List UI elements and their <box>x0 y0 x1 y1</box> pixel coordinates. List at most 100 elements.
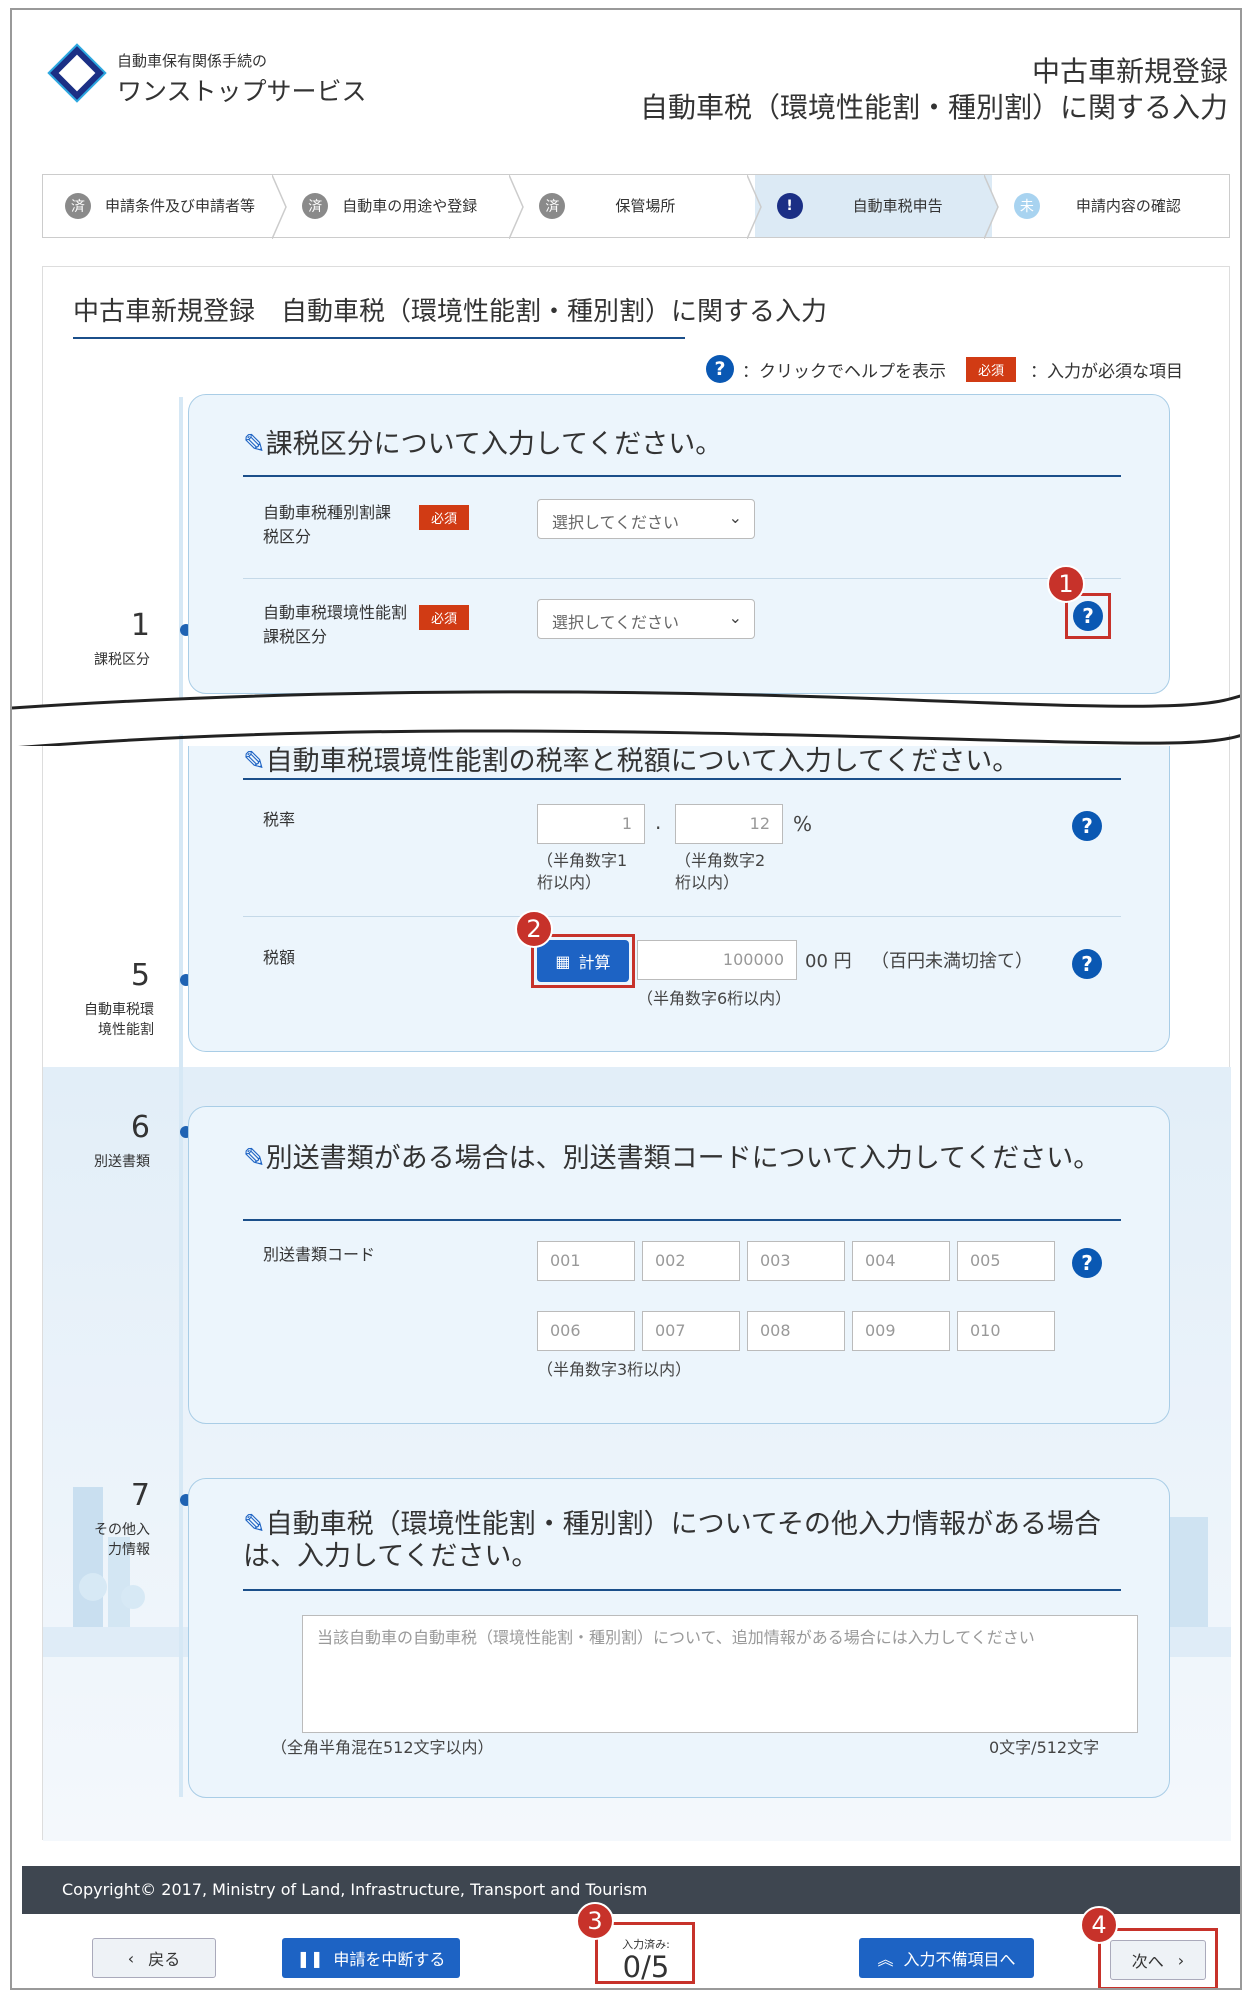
double-chevron-up-icon: ︽ <box>877 1950 894 1969</box>
section-rule <box>243 1219 1121 1221</box>
logo-title: ワンストップサービス <box>117 77 367 106</box>
required-badge: 必須 <box>965 356 1016 382</box>
page-title: 中古車新規登録 自動車税（環境性能割・種別割）に関する入力 <box>73 297 828 327</box>
logo-subtitle: 自動車保有関係手続の <box>117 52 268 70</box>
done-icon: 済 <box>65 193 91 219</box>
code-input-10[interactable]: 010 <box>957 1311 1055 1351</box>
section-rule <box>243 475 1121 477</box>
section-separate-docs: ✎別送書類がある場合は、別送書類コードについて入力してください。 別送書類コード… <box>188 1106 1170 1424</box>
help-icon[interactable]: ? <box>1071 948 1103 980</box>
pending-icon: 未 <box>1013 193 1040 219</box>
rate-decimal-input[interactable]: 12 <box>675 804 783 844</box>
counter-value: 0/5 <box>622 1950 670 1984</box>
edit-icon: ✎ <box>243 429 266 460</box>
step-parking[interactable]: 済 保管場所 <box>517 175 762 239</box>
step-usage[interactable]: 済 自動車の用途や登録 <box>280 175 525 239</box>
code-input-4[interactable]: 004 <box>852 1241 950 1281</box>
calculate-button[interactable]: ▦ 計算 <box>537 940 629 982</box>
svg-text:?: ? <box>1081 952 1093 976</box>
step-label: 申請内容の確認 <box>1075 196 1181 215</box>
chevron-down-icon: ⌄ <box>728 508 742 527</box>
other-info-textarea[interactable]: 当該自動車の自動車税（環境性能割・種別割）について、追加情報がある場合には入力し… <box>302 1615 1138 1733</box>
percent-sign: % <box>793 812 813 836</box>
tax-type-select[interactable]: 選択してください ⌄ <box>537 499 755 539</box>
chevron-left-icon: ‹ <box>127 1948 135 1968</box>
step-confirm[interactable]: 未 申請内容の確認 <box>992 175 1229 237</box>
section-title: ✎自動車税（環境性能割・種別割）についてその他入力情報がある場合は、入力してくだ… <box>243 1509 1102 1573</box>
callout-badge: 4 <box>1080 1906 1118 1944</box>
code-label: 別送書類コード <box>263 1245 376 1264</box>
env-tax-select[interactable]: 選択してください ⌄ <box>537 599 755 639</box>
section-rule <box>243 1589 1121 1591</box>
step-label: 保管場所 <box>615 196 676 215</box>
calculator-icon: ▦ <box>555 951 571 971</box>
code-input-8[interactable]: 008 <box>747 1311 845 1351</box>
code-input-3[interactable]: 003 <box>747 1241 845 1281</box>
suspend-button[interactable]: ❚❚ 申請を中断する <box>282 1938 460 1978</box>
char-count: 0文字/512文字 <box>989 1738 1100 1757</box>
header-title-line2: 自動車税（環境性能割・種別割）に関する入力 <box>639 91 1228 124</box>
svg-text:?: ? <box>1081 814 1093 838</box>
help-icon[interactable]: ? <box>1071 810 1103 842</box>
next-button[interactable]: 次へ › <box>1110 1940 1206 1980</box>
code-input-2[interactable]: 002 <box>642 1241 740 1281</box>
code-input-1[interactable]: 001 <box>537 1241 635 1281</box>
legend-required-text: ：入力が必須な項目 <box>1030 361 1183 382</box>
section-env-tax: ✎自動車税環境性能割の税率と税額について入力してください。 税率 1 . 12 … <box>188 746 1170 1052</box>
tax-amount-input[interactable]: 100000 <box>637 940 797 980</box>
callout-badge: 2 <box>515 910 553 948</box>
step-applicant[interactable]: 済 申請条件及び申請者等 <box>43 175 288 239</box>
code-hint: （半角数字3桁以内） <box>537 1360 692 1379</box>
rate-integer-hint: （半角数字1桁以内） <box>537 851 628 893</box>
step-car-tax[interactable]: ! 自動車税申告 <box>754 175 999 239</box>
amount-suffix: 00 円 <box>805 951 852 972</box>
chevron-separator-icon <box>983 175 999 239</box>
chevron-right-icon: › <box>1177 1950 1185 1970</box>
logo-icon <box>47 43 107 103</box>
code-input-6[interactable]: 006 <box>537 1311 635 1351</box>
field-label: 自動車税種別割課税区分 <box>263 503 392 546</box>
row-divider <box>243 578 1121 579</box>
svg-text:?: ? <box>1081 1251 1093 1275</box>
timeline-number: 5 <box>130 958 150 993</box>
callout-badge: 1 <box>1047 565 1085 603</box>
progress-counter: 入力済み: 0/5 <box>605 1932 687 1988</box>
section-rule <box>243 778 1121 780</box>
rate-label: 税率 <box>263 810 296 829</box>
done-icon: 済 <box>302 193 329 219</box>
help-icon[interactable]: ? <box>1071 1247 1103 1279</box>
timeline-label: 課税区分 <box>94 652 150 668</box>
timeline-number: 6 <box>130 1110 150 1145</box>
timeline-label: 別送書類 <box>94 1154 150 1170</box>
chevron-separator-icon <box>509 175 525 239</box>
code-input-7[interactable]: 007 <box>642 1311 740 1351</box>
step-label: 自動車税申告 <box>852 196 943 215</box>
chevron-down-icon: ⌄ <box>728 608 742 627</box>
step-label: 自動車の用途や登録 <box>342 196 478 215</box>
decimal-point: . <box>655 810 662 834</box>
incomplete-items-button[interactable]: ︽ 入力不備項目へ <box>859 1938 1034 1978</box>
field-label: 自動車税環境性能割課税区分 <box>263 603 408 646</box>
help-icon: ? <box>705 355 734 383</box>
row-divider <box>243 916 1121 917</box>
section-title: ✎自動車税環境性能割の税率と税額について入力してください。 <box>243 746 1020 777</box>
timeline-number: 7 <box>130 1478 150 1513</box>
rate-integer-input[interactable]: 1 <box>537 804 645 844</box>
help-icon[interactable]: ? <box>1072 600 1104 632</box>
section-title: ✎別送書類がある場合は、別送書類コードについて入力してください。 <box>243 1143 1101 1174</box>
legend-help-text: ：クリックでヘルプを表示 <box>741 361 946 382</box>
edit-icon: ✎ <box>243 1509 266 1540</box>
code-input-9[interactable]: 009 <box>852 1311 950 1351</box>
code-input-5[interactable]: 005 <box>957 1241 1055 1281</box>
amount-label: 税額 <box>263 948 296 967</box>
back-button[interactable]: ‹ 戻る <box>92 1938 216 1978</box>
chevron-separator-icon <box>746 175 762 239</box>
timeline-number: 1 <box>130 608 150 643</box>
timeline-line <box>179 397 183 1797</box>
timeline-label: その他入力情報 <box>94 1522 150 1559</box>
copyright-bar: Copyright© 2017, Ministry of Land, Infra… <box>22 1866 1240 1914</box>
amount-note: （百円未満切捨て） <box>871 951 1033 972</box>
required-badge: 必須 <box>419 505 470 530</box>
svg-text:?: ? <box>1082 604 1094 628</box>
callout-badge: 3 <box>576 1902 614 1940</box>
